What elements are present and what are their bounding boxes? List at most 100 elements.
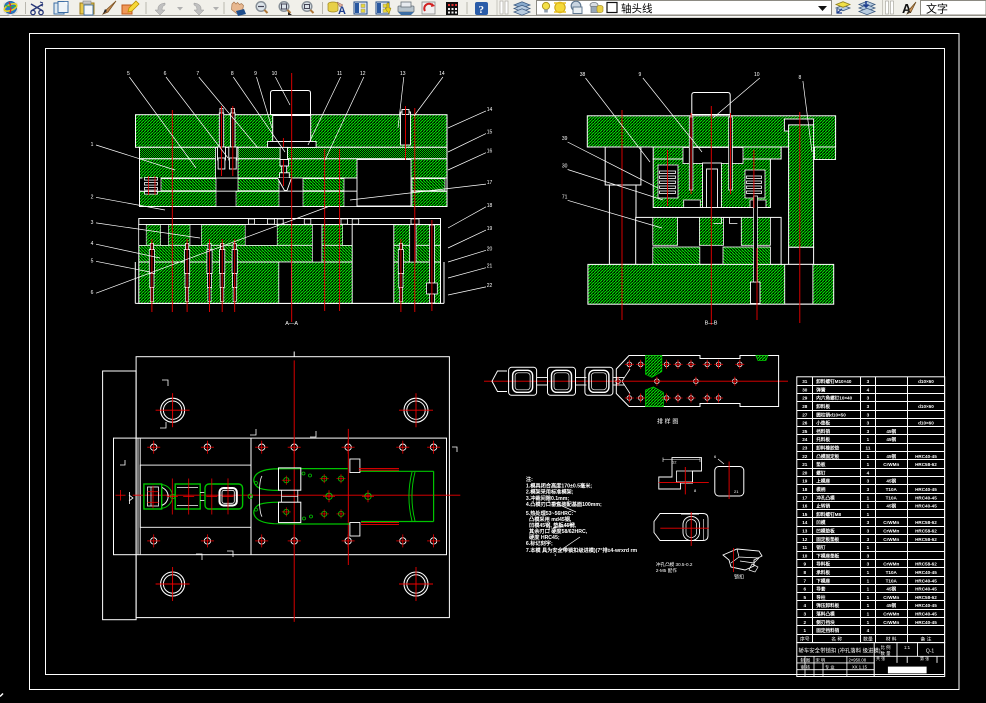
svg-text:卸料螺钉M8: 卸料螺钉M8 bbox=[816, 511, 841, 518]
svg-text:d10×60: d10×60 bbox=[918, 379, 934, 384]
svg-text:宋 明: 宋 明 bbox=[816, 657, 826, 664]
svg-text:45钢: 45钢 bbox=[886, 478, 896, 485]
svg-text:16: 16 bbox=[487, 149, 493, 155]
svg-text:9: 9 bbox=[254, 71, 257, 77]
svg-text:HRC58-62: HRC58-62 bbox=[915, 462, 937, 467]
svg-text:文字: 文字 bbox=[926, 2, 948, 16]
svg-text:4: 4 bbox=[867, 470, 870, 475]
svg-text:卸料橡胶垫: 卸料橡胶垫 bbox=[816, 445, 839, 452]
svg-text:71: 71 bbox=[562, 194, 568, 200]
svg-text:HRC58-62: HRC58-62 bbox=[915, 529, 937, 534]
svg-text:5: 5 bbox=[804, 595, 807, 600]
svg-text:排 样 图: 排 样 图 bbox=[657, 418, 678, 426]
svg-text:2×950.08: 2×950.08 bbox=[849, 658, 867, 663]
svg-text:4: 4 bbox=[867, 387, 870, 392]
svg-text:圆柱销d10×50: 圆柱销d10×50 bbox=[816, 411, 846, 418]
svg-text:CrWMn: CrWMn bbox=[883, 529, 899, 534]
svg-text:小垫板: 小垫板 bbox=[816, 420, 830, 427]
svg-text:38: 38 bbox=[580, 72, 586, 78]
svg-text:CrWMn: CrWMn bbox=[883, 595, 899, 600]
svg-text:托料板: 托料板 bbox=[816, 436, 830, 443]
svg-text:垫板: 垫板 bbox=[816, 461, 826, 468]
svg-text:5.热处理53~56HRC:: 5.热处理53~56HRC: bbox=[526, 509, 574, 517]
svg-text:1: 1 bbox=[867, 495, 870, 500]
svg-text:20: 20 bbox=[802, 470, 808, 475]
svg-text:6: 6 bbox=[164, 71, 167, 77]
svg-text:其余刃口 硬度58/62HRC,: 其余刃口 硬度58/62HRC, bbox=[529, 527, 588, 535]
svg-text:3: 3 bbox=[867, 529, 870, 534]
svg-text:螺钉: 螺钉 bbox=[816, 469, 826, 476]
svg-text:承料板: 承料板 bbox=[816, 569, 830, 576]
svg-text:弹压卸料板: 弹压卸料板 bbox=[816, 602, 839, 609]
svg-text:导柱: 导柱 bbox=[816, 594, 826, 601]
svg-text:9: 9 bbox=[639, 72, 642, 78]
svg-text:HRC58-62: HRC58-62 bbox=[915, 520, 937, 525]
svg-text:2.模架采用标准模架;: 2.模架采用标准模架; bbox=[526, 488, 574, 496]
svg-text:备 注: 备 注 bbox=[920, 636, 931, 643]
svg-text:12: 12 bbox=[672, 460, 677, 465]
svg-text:19: 19 bbox=[802, 479, 808, 484]
svg-text:13: 13 bbox=[400, 71, 406, 77]
svg-text:序号: 序号 bbox=[800, 636, 810, 643]
svg-text:1: 1 bbox=[867, 587, 870, 592]
svg-text:21: 21 bbox=[487, 264, 493, 270]
svg-text:17: 17 bbox=[802, 495, 808, 500]
svg-text:下模座: 下模座 bbox=[816, 577, 830, 584]
svg-text:d10×60: d10×60 bbox=[918, 421, 934, 426]
svg-text:挡料销: 挡料销 bbox=[816, 428, 830, 435]
svg-text:凹模垫板: 凹模垫板 bbox=[816, 528, 835, 535]
svg-text:弹簧: 弹簧 bbox=[816, 386, 826, 393]
svg-text:12: 12 bbox=[802, 537, 808, 542]
svg-text:29: 29 bbox=[802, 396, 808, 401]
svg-text:45钢: 45钢 bbox=[886, 503, 896, 510]
svg-text:共 张: 共 张 bbox=[876, 655, 885, 661]
svg-text:11: 11 bbox=[337, 71, 342, 77]
svg-text:16: 16 bbox=[802, 504, 808, 509]
svg-text:30: 30 bbox=[562, 164, 568, 170]
svg-text:材 料: 材 料 bbox=[886, 636, 897, 643]
svg-text:3: 3 bbox=[867, 396, 870, 401]
svg-text:A—A: A—A bbox=[285, 321, 298, 327]
svg-text:10: 10 bbox=[754, 72, 760, 78]
svg-text:落料凸模: 落料凸模 bbox=[816, 611, 835, 618]
svg-text:8: 8 bbox=[804, 570, 807, 575]
svg-text:第 张: 第 张 bbox=[920, 655, 929, 661]
svg-text:6.标记刻字;: 6.标记刻字; bbox=[526, 539, 553, 547]
svg-text:1: 1 bbox=[867, 462, 870, 467]
svg-text:6: 6 bbox=[804, 587, 807, 592]
svg-text:1: 1 bbox=[867, 578, 870, 583]
svg-text:8: 8 bbox=[799, 75, 802, 81]
svg-text:Q-1: Q-1 bbox=[926, 649, 935, 655]
svg-text:HRC40-45: HRC40-45 bbox=[915, 487, 937, 492]
svg-text:CrWMn: CrWMn bbox=[883, 462, 899, 467]
svg-text:11: 11 bbox=[802, 545, 807, 550]
svg-text:11: 11 bbox=[866, 446, 871, 451]
svg-text:HRC40-45: HRC40-45 bbox=[915, 578, 937, 583]
svg-text:45钢: 45钢 bbox=[886, 602, 896, 609]
svg-text:HRC40-45: HRC40-45 bbox=[915, 603, 937, 608]
svg-text:26: 26 bbox=[802, 421, 808, 426]
svg-text:HRC40-45: HRC40-45 bbox=[915, 587, 937, 592]
svg-text:HRC40-45: HRC40-45 bbox=[915, 495, 937, 500]
svg-text:轴头线: 轴头线 bbox=[621, 2, 653, 15]
svg-text:名 称: 名 称 bbox=[831, 636, 842, 643]
svg-text:1: 1 bbox=[804, 628, 807, 633]
svg-text:HRC58-62: HRC58-62 bbox=[915, 537, 937, 542]
svg-text:8: 8 bbox=[231, 71, 234, 77]
svg-text:CrWMn: CrWMn bbox=[883, 562, 899, 567]
svg-text:10: 10 bbox=[802, 553, 808, 558]
svg-text:HRC58-62: HRC58-62 bbox=[915, 562, 937, 567]
svg-text:3: 3 bbox=[867, 404, 870, 409]
svg-text:导套: 导套 bbox=[816, 586, 826, 593]
svg-text:1: 1 bbox=[867, 504, 870, 509]
svg-text:15: 15 bbox=[487, 130, 493, 136]
svg-text:7.本模 具为安全带锁扣级进模)(7°排±4-wrxrd: 7.本模 具为安全带锁扣级进模)(7°排±4-wrxrd rm bbox=[526, 546, 638, 554]
svg-text:4: 4 bbox=[804, 603, 807, 608]
svg-text:22: 22 bbox=[802, 454, 808, 459]
svg-text:7: 7 bbox=[196, 71, 199, 77]
svg-text:18: 18 bbox=[487, 203, 493, 209]
svg-text:T10A: T10A bbox=[886, 487, 898, 492]
svg-text:锁扣: 锁扣 bbox=[734, 574, 744, 581]
svg-text:CrWMn: CrWMn bbox=[883, 620, 899, 625]
svg-text:凹模: 凹模 bbox=[816, 519, 826, 526]
